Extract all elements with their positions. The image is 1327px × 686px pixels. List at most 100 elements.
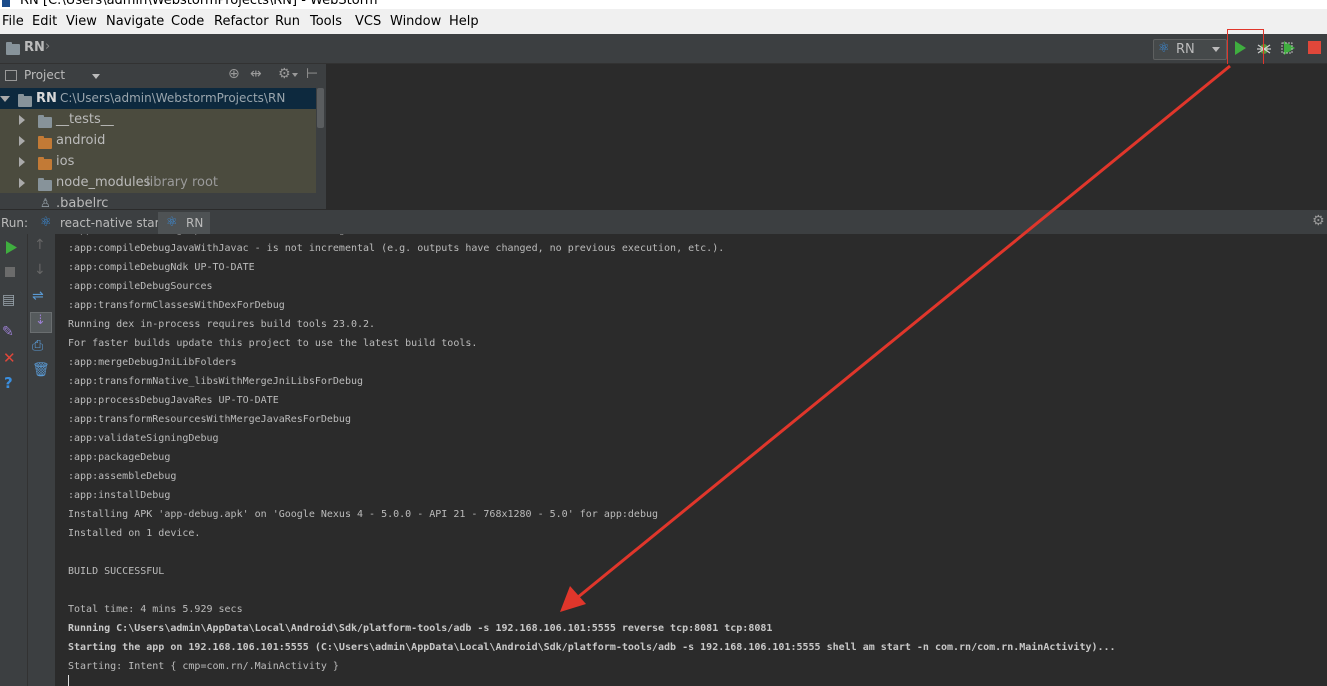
layout-icon[interactable]: ▤	[2, 292, 15, 308]
scroll-to-end-toggle[interactable]: ⇣	[30, 312, 52, 333]
react-icon: ⚛	[1158, 41, 1170, 56]
tree-item-path: C:\Users\admin\WebstormProjects\RN	[60, 91, 286, 105]
project-view-label[interactable]: Project	[24, 68, 65, 82]
menu-code[interactable]: Code	[171, 14, 204, 29]
chevron-down-icon[interactable]	[92, 74, 100, 79]
run-actions-toolbar: ▤ ✎ ✕ ?	[0, 234, 28, 686]
console-line: :app:validateSigningDebug	[68, 433, 219, 444]
console-line: :app:compileDebugJavaWithJavac - is not …	[68, 243, 725, 254]
menu-help[interactable]: Help	[449, 14, 479, 29]
pin-icon[interactable]: ✎	[2, 324, 14, 340]
breadcrumb-project[interactable]: RN	[24, 40, 45, 55]
run-label: Run:	[1, 216, 29, 230]
window-title: RN [C:\Users\admin\WebstormProjects\RN] …	[20, 0, 378, 8]
tree-item-label: android	[56, 133, 106, 148]
run-with-coverage-icon[interactable]	[1281, 40, 1297, 56]
console-output[interactable]: :app:transformDebugDependenciesWithDexFo…	[56, 234, 1327, 686]
run-tab-label: react-native start	[60, 216, 165, 230]
chevron-down-icon	[1212, 47, 1220, 52]
tree-item-label: __tests__	[56, 112, 114, 127]
project-tree: RN C:\Users\admin\WebstormProjects\RN __…	[0, 88, 326, 209]
config-file-icon: ♙	[40, 196, 51, 209]
arrow-down-icon[interactable]: ↓	[34, 262, 46, 278]
run-tool-header: Run: ⚛ react-native start ⚛ RN ⚙	[0, 209, 1327, 235]
menu-navigate[interactable]: Navigate	[106, 14, 164, 29]
console-line: :app:processDebugJavaRes UP-TO-DATE	[68, 395, 279, 406]
highlight-box	[1227, 29, 1264, 65]
print-icon[interactable]: ⎙	[32, 338, 43, 354]
soft-wrap-icon[interactable]: ⇌	[32, 288, 44, 304]
tree-item-label: node_modules	[56, 175, 151, 190]
console-line: :app:compileDebugSources	[68, 281, 213, 292]
console-line: Installed on 1 device.	[68, 528, 201, 539]
text-cursor	[68, 675, 69, 686]
tree-item-ios[interactable]: ios	[0, 151, 316, 172]
locate-icon[interactable]: ⊕	[228, 66, 240, 82]
console-line: :app:transformNative_libsWithMergeJniLib…	[68, 376, 364, 387]
editor-area	[327, 64, 1327, 209]
expand-arrow-icon[interactable]	[0, 96, 10, 102]
tree-item-label: .babelrc	[56, 196, 109, 209]
run-tab-react-native-start[interactable]: ⚛ react-native start	[35, 212, 164, 234]
menu-vcs[interactable]: VCS	[355, 14, 381, 29]
tree-item-label: RN	[36, 91, 57, 106]
close-icon[interactable]: ✕	[3, 349, 16, 367]
tree-item-node-modules[interactable]: node_modules library root	[0, 172, 316, 193]
console-line: :app:packageDebug	[68, 452, 171, 463]
project-panel-header: Project ⊕ ⇹ ⚙ ⊢	[0, 64, 326, 89]
menu-window[interactable]: Window	[390, 14, 441, 29]
breadcrumb-chevron-icon: ›	[45, 39, 51, 54]
tree-item-annotation: library root	[146, 175, 219, 190]
title-bar: RN [C:\Users\admin\WebstormProjects\RN] …	[0, 0, 1327, 9]
console-line: :app:transformResourcesWithMergeJavaResF…	[68, 414, 351, 425]
tree-scrollbar-thumb[interactable]	[317, 88, 324, 128]
menu-file[interactable]: File	[2, 14, 24, 29]
run-config-label: RN	[1176, 42, 1195, 57]
rerun-icon[interactable]	[4, 240, 18, 255]
expand-arrow-icon[interactable]	[19, 115, 25, 125]
tree-item-tests[interactable]: __tests__	[0, 109, 316, 130]
stop-icon[interactable]	[5, 267, 15, 277]
navigation-bar: RN ›	[0, 34, 1327, 64]
console-actions-toolbar: ↑ ↓ ⇌ ⇣ ⎙ 🗑	[28, 234, 56, 686]
trash-icon[interactable]: 🗑	[32, 362, 50, 378]
console-line: Installing APK 'app-debug.apk' on 'Googl…	[68, 509, 659, 520]
help-icon[interactable]: ?	[4, 374, 13, 392]
console-line: Running dex in-process requires build to…	[68, 319, 376, 330]
console-line: :app:mergeDebugJniLibFolders	[68, 357, 237, 368]
project-icon	[5, 70, 17, 81]
react-icon: ⚛	[40, 215, 52, 230]
menu-edit[interactable]: Edit	[32, 14, 57, 29]
run-tab-rn[interactable]: ⚛ RN	[158, 212, 210, 234]
expand-arrow-icon[interactable]	[19, 178, 25, 188]
expand-arrow-icon[interactable]	[19, 157, 25, 167]
console-line: Running C:\Users\admin\AppData\Local\And…	[68, 623, 773, 634]
tree-item-android[interactable]: android	[0, 130, 316, 151]
settings-gear-icon[interactable]: ⚙	[1312, 213, 1325, 229]
collapse-icon[interactable]: ⇹	[250, 66, 262, 82]
arrow-up-icon[interactable]: ↑	[34, 237, 46, 253]
hide-panel-icon[interactable]: ⊢	[306, 66, 318, 82]
console-line: :app:installDebug	[68, 490, 171, 501]
folder-icon	[6, 42, 20, 59]
stop-icon[interactable]	[1308, 41, 1321, 54]
console-line: Total time: 4 mins 5.929 secs	[68, 604, 243, 615]
menu-run[interactable]: Run	[275, 14, 300, 29]
menu-refactor[interactable]: Refactor	[214, 14, 269, 29]
menu-view[interactable]: View	[66, 14, 97, 29]
expand-arrow-icon[interactable]	[19, 136, 25, 146]
tree-item-babelrc[interactable]: ♙ .babelrc	[0, 193, 316, 209]
tree-item-root[interactable]: RN C:\Users\admin\WebstormProjects\RN	[0, 88, 316, 109]
console-line: BUILD SUCCESSFUL	[68, 566, 165, 577]
run-config-selector[interactable]: ⚛ RN	[1153, 39, 1227, 60]
scroll-end-icon: ⇣	[35, 313, 46, 328]
menu-bar: File Edit View Navigate Code Refactor Ru…	[0, 9, 1327, 34]
console-line: :app:transformClassesWithDexForDebug	[68, 300, 285, 311]
console-line: Starting: Intent { cmp=com.rn/.MainActiv…	[68, 661, 339, 672]
menu-tools[interactable]: Tools	[310, 14, 342, 29]
run-tab-label: RN	[186, 216, 204, 230]
chevron-down-icon[interactable]	[292, 73, 298, 77]
gear-icon[interactable]: ⚙	[278, 66, 291, 82]
tree-item-label: ios	[56, 154, 75, 169]
webstorm-app-icon	[2, 0, 10, 7]
